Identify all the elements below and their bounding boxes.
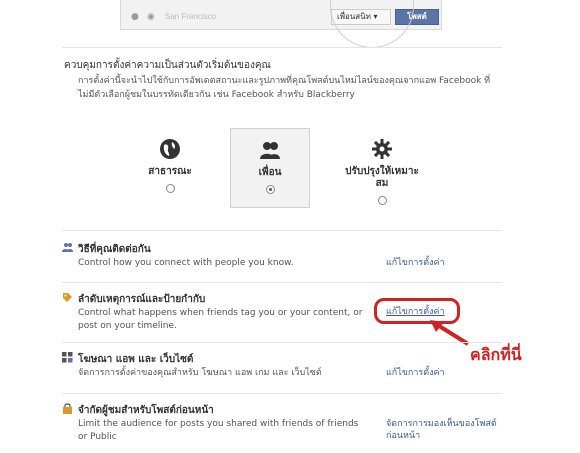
divider — [62, 393, 502, 394]
manage-past-posts-link[interactable]: จัดการการมองเห็นของโพสต์ก่อนหน้า — [386, 418, 504, 442]
settings-row-description: จัดการการตั้งค่าของคุณสำหรับ โฆษณา แอพ เ… — [78, 368, 322, 378]
user-icon[interactable]: ● — [131, 12, 139, 22]
arrow-icon — [430, 320, 470, 346]
privacy-option-label: ปรับปรุงให้เหมาะสม — [345, 166, 419, 189]
radio-custom[interactable] — [377, 196, 387, 205]
radio-public[interactable] — [165, 184, 175, 193]
settings-row-description: Control what happens when friends tag yo… — [78, 308, 363, 331]
edit-settings-link[interactable]: แก้ไขการตั้งค่า — [386, 257, 504, 269]
settings-row-description: Control how you connect with people you … — [78, 258, 294, 268]
friends-icon — [260, 142, 280, 159]
privacy-option-label: สาธารณะ — [148, 166, 192, 177]
tag-icon — [63, 293, 72, 302]
privacy-option-public[interactable]: สาธารณะ — [130, 128, 210, 208]
location-input[interactable]: San Francisco — [165, 12, 216, 21]
edit-settings-link[interactable]: แก้ไขการตั้งค่า — [386, 367, 504, 379]
divider — [62, 230, 502, 231]
radio-friends[interactable] — [265, 185, 275, 194]
gear-icon — [372, 139, 392, 159]
settings-row-ads-apps-websites: โฆษณา แอพ และ เว็บไซต์ จัดการการตั้งค่าข… — [62, 352, 502, 392]
settings-row-title: โฆษณา แอพ และ เว็บไซต์ — [78, 354, 194, 365]
privacy-option-custom[interactable]: ปรับปรุงให้เหมาะสม — [340, 128, 424, 208]
people-icon — [62, 243, 73, 252]
settings-row-description: Limit the audience for posts you shared … — [78, 419, 359, 442]
default-privacy-description: การตั้งค่านี้จะนำไปใช้กับการอัพเดตสถานะแ… — [78, 76, 491, 100]
settings-row-how-you-connect: วิธีที่คุณติดต่อกัน Control how you conn… — [62, 242, 502, 282]
highlight-circle — [330, 0, 414, 48]
divider — [62, 342, 502, 343]
apps-icon — [62, 352, 73, 363]
settings-row-title: ลำดับเหตุการณ์และป้ายกำกับ — [78, 294, 206, 305]
divider — [62, 47, 502, 48]
globe-icon — [160, 139, 180, 159]
default-privacy-title: ควบคุมการตั้งค่าความเป็นส่วนตัวเริ่มต้นข… — [64, 60, 271, 71]
privacy-option-label: เพื่อน — [258, 167, 282, 178]
location-pin-icon[interactable]: ◉ — [147, 12, 155, 22]
privacy-option-friends[interactable]: เพื่อน — [230, 128, 310, 208]
settings-row-title: วิธีที่คุณติดต่อกัน — [78, 244, 151, 255]
settings-row-title: จำกัดผู้ชมสำหรับโพสต์ก่อนหน้า — [78, 405, 214, 416]
lock-icon — [63, 403, 72, 414]
divider — [62, 282, 502, 283]
settings-row-limit-past-posts: จำกัดผู้ชมสำหรับโพสต์ก่อนหน้า Limit the … — [62, 403, 502, 447]
